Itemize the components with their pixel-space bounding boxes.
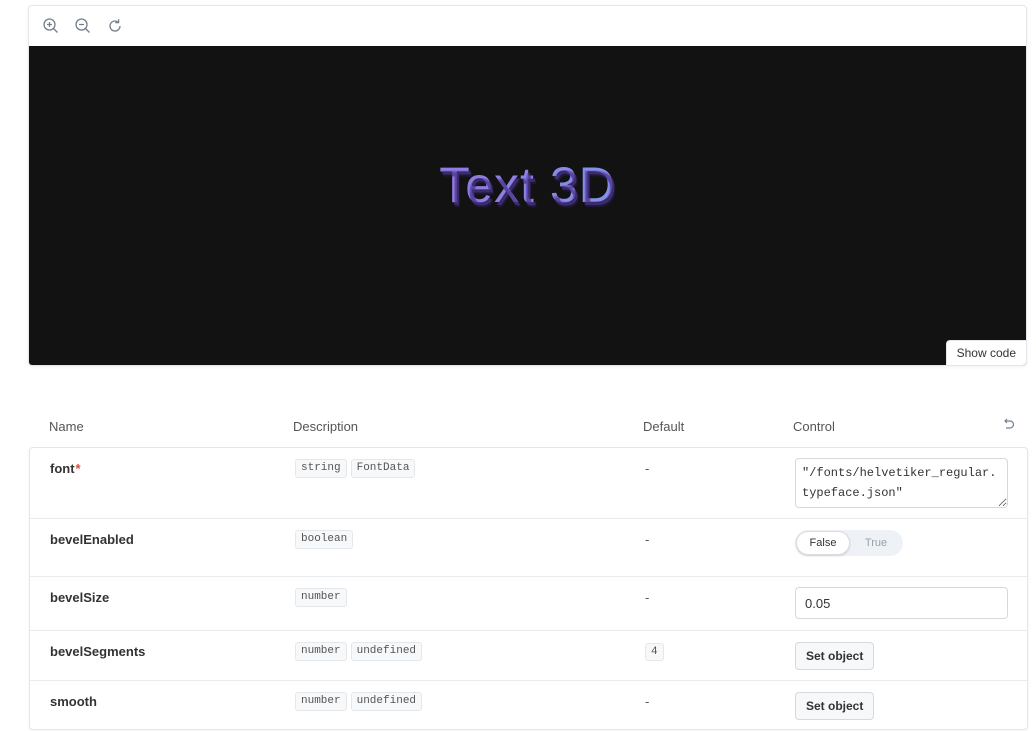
preview-toolbar [29,6,1026,47]
arg-types: number [295,588,347,607]
arg-name-font: font* [50,461,81,476]
required-asterisk: * [75,461,81,476]
arg-types: string FontData [295,459,416,478]
bevel-size-input[interactable] [795,587,1008,619]
table-row: smooth number undefined - Set object [30,680,1027,729]
header-control: Control [793,419,835,434]
type-chip: undefined [350,692,423,711]
canvas-preview-panel: Text 3D Show code [28,5,1027,366]
arg-name-smooth: smooth [50,694,97,709]
reset-zoom-icon[interactable] [105,16,125,36]
type-chip: string [295,459,347,478]
type-chip: number [295,588,347,607]
text-3d-render: Text 3D [29,156,1026,214]
header-default: Default [643,419,685,434]
header-description: Description [293,419,359,434]
3d-canvas[interactable]: Text 3D Show code [29,46,1026,365]
arg-name-bevelenabled: bevelEnabled [50,532,134,547]
toggle-true-option[interactable]: True [850,531,902,555]
table-row: font* string FontData - "/fonts/helvetik… [30,448,1027,518]
arg-types: number undefined [295,692,423,711]
zoom-in-icon[interactable] [41,16,61,36]
type-chip: FontData [350,459,416,478]
table-row: bevelSegments number undefined 4 Set obj… [30,630,1027,680]
arg-types: number undefined [295,642,423,661]
args-table-header: Name Description Default Control [28,412,1029,442]
type-chip: boolean [295,530,354,549]
arg-default: - [645,590,650,605]
arg-name-label: font [50,461,75,476]
header-name: Name [49,419,84,434]
arg-default: - [645,694,650,709]
arg-types: boolean [295,530,354,549]
arg-default: - [645,532,650,547]
show-code-button[interactable]: Show code [945,340,1026,365]
set-object-button[interactable]: Set object [795,642,875,670]
arg-name-bevelsegments: bevelSegments [50,644,146,659]
toggle-false-option[interactable]: False [796,531,850,555]
zoom-out-icon[interactable] [73,16,93,36]
table-row: bevelEnabled boolean - False True [30,518,1027,576]
default-chip: 4 [645,643,664,661]
arg-default: - [645,461,650,476]
boolean-toggle: False True [795,530,903,556]
args-table: font* string FontData - "/fonts/helvetik… [29,447,1028,730]
reset-controls-icon[interactable] [1001,418,1015,432]
arg-default: 4 [645,642,664,661]
type-chip: number [295,692,347,711]
font-textarea[interactable]: "/fonts/helvetiker_regular.typeface.json… [795,458,1008,508]
set-object-button[interactable]: Set object [795,692,875,720]
arg-name-bevelsize: bevelSize [50,590,110,605]
type-chip: undefined [350,642,423,661]
table-row: bevelSize number - [30,576,1027,630]
type-chip: number [295,642,347,661]
